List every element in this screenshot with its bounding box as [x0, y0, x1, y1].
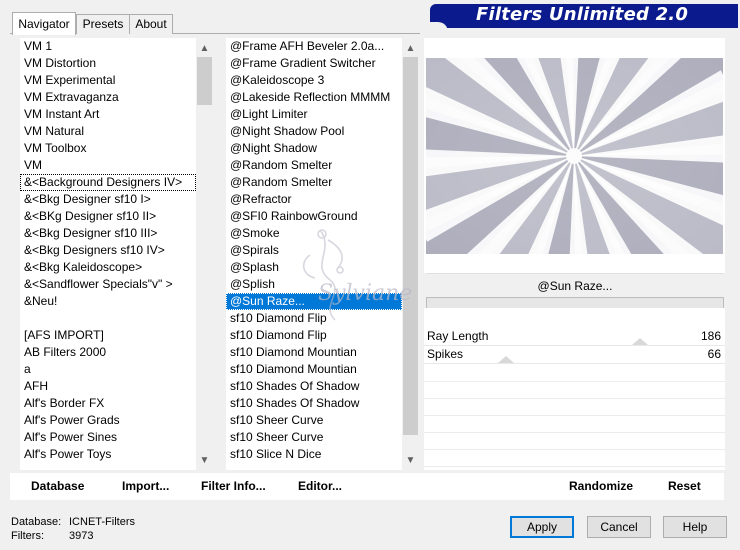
- randomize-button[interactable]: Randomize: [569, 473, 633, 500]
- category-item[interactable]: &<Background Designers IV>: [20, 174, 196, 191]
- editor-button[interactable]: Editor...: [298, 473, 342, 500]
- category-item[interactable]: Alf's Power Toys: [20, 446, 196, 463]
- tab-about[interactable]: About: [129, 14, 173, 34]
- filter-item[interactable]: sf10 Shades Of Shadow: [226, 378, 402, 395]
- param-value: 66: [707, 347, 721, 361]
- empty-param-row: [424, 449, 725, 450]
- help-button[interactable]: Help: [663, 516, 727, 538]
- filter-item[interactable]: @Night Shadow: [226, 140, 402, 157]
- empty-param-row: [424, 432, 725, 433]
- reset-button[interactable]: Reset: [668, 473, 701, 500]
- category-item[interactable]: VM Extravaganza: [20, 89, 196, 106]
- tab-presets[interactable]: Presets: [76, 14, 130, 34]
- preview-image: [426, 58, 723, 254]
- category-list[interactable]: VM 1 VM Distortion VM Experimental VM Extra…: [20, 38, 196, 470]
- filter-item[interactable]: sf10 Sheer Curve: [226, 412, 402, 429]
- scroll-down-icon[interactable]: ▼: [402, 452, 419, 469]
- category-item[interactable]: VM Natural: [20, 123, 196, 140]
- category-scrollbar[interactable]: ▲ ▼: [196, 38, 213, 470]
- sun-raze-preview: [426, 58, 723, 254]
- category-item[interactable]: &Neu!: [20, 293, 196, 310]
- category-item[interactable]: Alf's Power Grads: [20, 412, 196, 429]
- category-item[interactable]: VM 1: [20, 38, 196, 55]
- filter-item[interactable]: @Kaleidoscope 3: [226, 72, 402, 89]
- filter-info-button[interactable]: Filter Info...: [201, 473, 266, 500]
- category-item[interactable]: Alf's Power Sines: [20, 429, 196, 446]
- category-item[interactable]: [20, 310, 196, 327]
- category-item[interactable]: a: [20, 361, 196, 378]
- selected-filter-label: @Sun Raze...: [426, 273, 724, 298]
- filter-item[interactable]: @Frame AFH Beveler 2.0a...: [226, 38, 402, 55]
- filter-item[interactable]: sf10 Diamond Mountian: [226, 344, 402, 361]
- category-item[interactable]: Alf's Border FX: [20, 395, 196, 412]
- category-item[interactable]: &<Bkg Kaleidoscope>: [20, 259, 196, 276]
- filter-list[interactable]: @Frame AFH Beveler 2.0a... @Frame Gradien…: [226, 38, 402, 470]
- tab-navigator[interactable]: Navigator: [12, 12, 76, 35]
- filter-item[interactable]: @Smoke: [226, 225, 402, 242]
- empty-param-row: [424, 398, 725, 399]
- database-status: Database:: [11, 515, 61, 529]
- scroll-down-icon[interactable]: ▼: [196, 452, 213, 469]
- param-label: Spikes: [427, 347, 464, 361]
- category-item[interactable]: AB Filters 2000: [20, 344, 196, 361]
- filter-item[interactable]: sf10 Slice N Dice: [226, 446, 402, 463]
- ray-length-slider-marker[interactable]: [632, 338, 648, 345]
- filters-status-label: Filters:: [11, 530, 44, 542]
- category-scroll-thumb[interactable]: [197, 57, 212, 105]
- spikes-slider-marker[interactable]: [498, 356, 514, 363]
- filter-item[interactable]: @Splish: [226, 276, 402, 293]
- filter-item[interactable]: @Light Limiter: [226, 106, 402, 123]
- category-item[interactable]: VM Distortion: [20, 55, 196, 72]
- empty-param-row: [424, 415, 725, 416]
- category-item[interactable]: &<BKg Designer sf10 II>: [20, 208, 196, 225]
- filter-item[interactable]: sf10 Shades Of Shadow: [226, 395, 402, 412]
- database-status-label: Database:: [11, 516, 62, 528]
- category-item[interactable]: VM Toolbox: [20, 140, 196, 157]
- apply-button[interactable]: Apply: [510, 516, 574, 538]
- filter-item[interactable]: sf10 Diamond Flip: [226, 310, 402, 327]
- filter-item[interactable]: @SFI0 RainbowGround: [226, 208, 402, 225]
- scroll-up-icon[interactable]: ▲: [196, 40, 213, 57]
- category-item[interactable]: AFH: [20, 378, 196, 395]
- filter-item[interactable]: @Spirals: [226, 242, 402, 259]
- filter-scrollbar[interactable]: ▲ ▼: [402, 38, 419, 470]
- import-button[interactable]: Import...: [122, 473, 169, 500]
- category-item[interactable]: &<Sandflower Specials"v" >: [20, 276, 196, 293]
- filter-item[interactable]: @Night Shadow Pool: [226, 123, 402, 140]
- database-button[interactable]: Database: [31, 473, 84, 500]
- category-item[interactable]: VM: [20, 157, 196, 174]
- filter-item[interactable]: @Refractor: [226, 191, 402, 208]
- filter-item[interactable]: @Random Smelter: [226, 157, 402, 174]
- cancel-button[interactable]: Cancel: [587, 516, 651, 538]
- category-item[interactable]: VM Experimental: [20, 72, 196, 89]
- filter-scroll-thumb[interactable]: [403, 57, 418, 435]
- filter-item[interactable]: @Random Smelter: [226, 174, 402, 191]
- category-item[interactable]: [AFS IMPORT]: [20, 327, 196, 344]
- param-spikes[interactable]: Spikes 66: [424, 346, 725, 364]
- filter-item[interactable]: @Sun Raze...: [226, 293, 402, 310]
- filter-item[interactable]: sf10 Diamond Mountian: [226, 361, 402, 378]
- empty-param-row: [424, 466, 725, 467]
- app-title: Filters Unlimited 2.0: [476, 4, 689, 25]
- filters-count: 3973: [69, 530, 94, 542]
- param-ray-length[interactable]: Ray Length 186: [424, 328, 725, 346]
- param-label: Ray Length: [427, 329, 489, 343]
- filter-item[interactable]: @Frame Gradient Switcher: [226, 55, 402, 72]
- filter-item[interactable]: @Splash: [226, 259, 402, 276]
- scroll-up-icon[interactable]: ▲: [402, 40, 419, 57]
- category-item[interactable]: VM Instant Art: [20, 106, 196, 123]
- filter-item[interactable]: sf10 Sheer Curve: [226, 429, 402, 446]
- parameter-panel: Ray Length 186 Spikes 66: [424, 308, 725, 470]
- category-item[interactable]: &<Bkg Designers sf10 IV>: [20, 242, 196, 259]
- category-item[interactable]: &<Bkg Designer sf10 III>: [20, 225, 196, 242]
- database-status-value: ICNET-Filters: [69, 516, 135, 528]
- filter-item[interactable]: @Lakeside Reflection MMMM: [226, 89, 402, 106]
- param-value: 186: [700, 329, 721, 343]
- filter-item[interactable]: sf10 Diamond Flip: [226, 327, 402, 344]
- empty-param-row: [424, 381, 725, 382]
- category-item[interactable]: &<Bkg Designer sf10 I>: [20, 191, 196, 208]
